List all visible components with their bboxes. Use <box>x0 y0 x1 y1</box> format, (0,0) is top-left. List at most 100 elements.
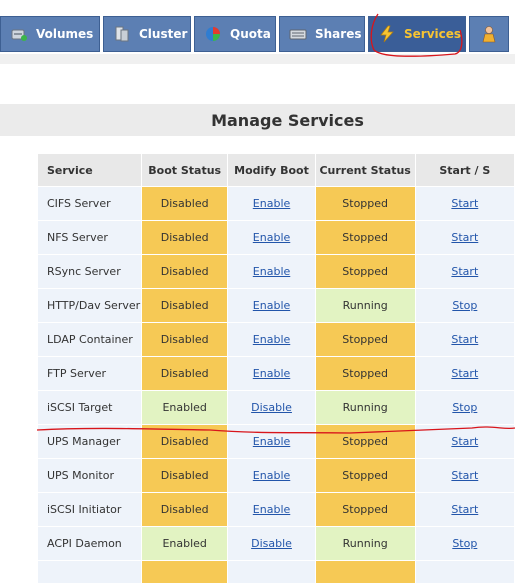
start-service-link[interactable]: Start <box>451 367 478 380</box>
start-service-link[interactable]: Start <box>451 503 478 516</box>
tab-shares[interactable]: Shares <box>279 16 365 52</box>
modify-boot-cell: Enable <box>228 187 315 220</box>
quota-icon <box>206 27 220 41</box>
start-stop-cell: Start <box>415 187 514 220</box>
current-status-cell: Running <box>315 391 415 424</box>
boot-status-cell <box>141 561 228 583</box>
start-stop-cell: Start <box>415 357 514 390</box>
start-service-link[interactable]: Start <box>451 231 478 244</box>
table-row: HTTP/Dav Server Disabled Enable Running Stop <box>38 289 514 322</box>
enable-boot-link[interactable]: Enable <box>253 231 290 244</box>
tab-services[interactable]: Services <box>368 16 466 52</box>
disable-boot-link[interactable]: Disable <box>251 537 292 550</box>
current-status-cell: Stopped <box>315 323 415 356</box>
top-nav: Volumes Cluster Quota Shares Services <box>0 16 515 54</box>
start-stop-cell: Start <box>415 459 514 492</box>
current-status-cell: Stopped <box>315 459 415 492</box>
table-row: CIFS Server Disabled Enable Stopped Start <box>38 187 514 220</box>
current-status-cell: Stopped <box>315 357 415 390</box>
start-service-link[interactable]: Start <box>451 469 478 482</box>
enable-boot-link[interactable]: Enable <box>253 435 290 448</box>
services-table-body: CIFS Server Disabled Enable Stopped Start NFS… <box>38 187 514 583</box>
service-name: iSCSI Initiator <box>38 493 141 526</box>
tab-quota[interactable]: Quota <box>194 16 276 52</box>
header-service: Service <box>38 154 141 186</box>
start-service-link[interactable]: Start <box>451 197 478 210</box>
modify-boot-cell: Enable <box>228 425 315 458</box>
tab-cluster-label: Cluster <box>139 27 188 41</box>
start-stop-cell: Start <box>415 425 514 458</box>
boot-status-cell: Disabled <box>141 425 228 458</box>
start-service-link[interactable]: Start <box>451 265 478 278</box>
tab-volumes-label: Volumes <box>36 27 94 41</box>
modify-boot-cell: Enable <box>228 357 315 390</box>
service-name <box>38 561 141 583</box>
current-status-cell: Stopped <box>315 187 415 220</box>
modify-boot-cell: Enable <box>228 323 315 356</box>
services-table: Service Boot Status Modify Boot Current … <box>37 153 515 583</box>
nav-underline-band <box>0 54 515 64</box>
start-stop-cell: Start <box>415 493 514 526</box>
table-row: ACPI Daemon Enabled Disable Running Stop <box>38 527 514 560</box>
boot-status-cell: Disabled <box>141 255 228 288</box>
boot-status-cell: Disabled <box>141 323 228 356</box>
lightning-icon <box>380 25 394 43</box>
current-status-cell: Stopped <box>315 255 415 288</box>
boot-status-cell: Disabled <box>141 289 228 322</box>
tab-cluster[interactable]: Cluster <box>103 16 191 52</box>
boot-status-cell: Disabled <box>141 221 228 254</box>
boot-status-cell: Disabled <box>141 187 228 220</box>
service-name: FTP Server <box>38 357 141 390</box>
header-current-status: Current Status <box>315 154 415 186</box>
enable-boot-link[interactable]: Enable <box>253 469 290 482</box>
tab-shares-label: Shares <box>315 27 362 41</box>
user-icon <box>482 26 496 43</box>
start-stop-cell: Stop <box>415 527 514 560</box>
start-stop-cell: Start <box>415 323 514 356</box>
current-status-cell: Running <box>315 527 415 560</box>
table-row: iSCSI Target Enabled Disable Running Stop <box>38 391 514 424</box>
table-header-row: Service Boot Status Modify Boot Current … <box>38 154 514 186</box>
services-page: Volumes Cluster Quota Shares Services Ma… <box>0 0 515 583</box>
shares-icon <box>289 29 307 40</box>
current-status-cell: Stopped <box>315 493 415 526</box>
service-name: HTTP/Dav Server <box>38 289 141 322</box>
start-service-link[interactable]: Start <box>451 435 478 448</box>
enable-boot-link[interactable]: Enable <box>253 367 290 380</box>
current-status-cell: Stopped <box>315 425 415 458</box>
tab-services-label: Services <box>404 27 462 41</box>
enable-boot-link[interactable]: Enable <box>253 265 290 278</box>
stop-service-link[interactable]: Stop <box>452 299 477 312</box>
stop-service-link[interactable]: Stop <box>452 537 477 550</box>
enable-boot-link[interactable]: Enable <box>253 299 290 312</box>
current-status-cell <box>315 561 415 583</box>
modify-boot-cell: Disable <box>228 391 315 424</box>
header-start-stop: Start / S <box>415 154 514 186</box>
boot-status-cell: Disabled <box>141 357 228 390</box>
boot-status-cell: Disabled <box>141 493 228 526</box>
enable-boot-link[interactable]: Enable <box>253 503 290 516</box>
boot-status-cell: Enabled <box>141 527 228 560</box>
service-name: ACPI Daemon <box>38 527 141 560</box>
header-boot-status: Boot Status <box>141 154 228 186</box>
current-status-cell: Running <box>315 289 415 322</box>
tab-volumes[interactable]: Volumes <box>0 16 100 52</box>
boot-status-cell: Disabled <box>141 459 228 492</box>
stop-service-link[interactable]: Stop <box>452 401 477 414</box>
volumes-icon <box>11 29 27 41</box>
start-stop-cell: Start <box>415 221 514 254</box>
table-row: NFS Server Disabled Enable Stopped Start <box>38 221 514 254</box>
disable-boot-link[interactable]: Disable <box>251 401 292 414</box>
table-row: UPS Monitor Disabled Enable Stopped Start <box>38 459 514 492</box>
enable-boot-link[interactable]: Enable <box>253 197 290 210</box>
start-service-link[interactable]: Start <box>451 333 478 346</box>
cluster-icon <box>115 26 129 42</box>
boot-status-cell: Enabled <box>141 391 228 424</box>
table-row: FTP Server Disabled Enable Stopped Start <box>38 357 514 390</box>
tab-users[interactable] <box>469 16 509 52</box>
title-bar: Manage Services <box>0 104 515 136</box>
table-row: iSCSI Initiator Disabled Enable Stopped Star… <box>38 493 514 526</box>
modify-boot-cell: Enable <box>228 221 315 254</box>
enable-boot-link[interactable]: Enable <box>253 333 290 346</box>
table-row <box>38 561 514 583</box>
